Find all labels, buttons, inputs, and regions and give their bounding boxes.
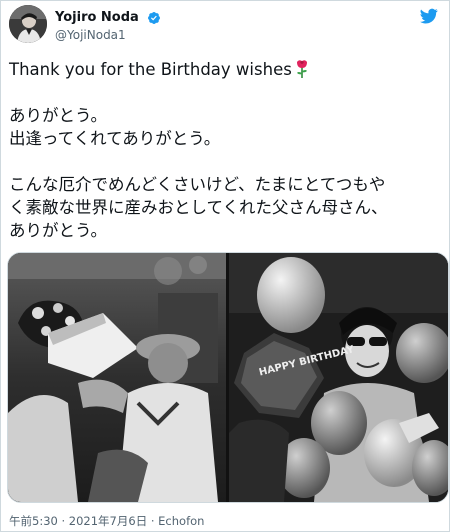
tweet-line: く素敵な世界に産みおとしてくれた父さん母さん、 (9, 198, 388, 217)
tweet-header: Yojiro Noda @YojiNoda1 (9, 5, 443, 45)
tweet-media: HAPPY BIRTHDAY (7, 252, 449, 503)
tweet-line: こんな厄介でめんどくさいけど、たまにとてつもや (9, 175, 386, 194)
tweet-line: Thank you for the Birthday wishes (9, 58, 443, 81)
tweet-line-text: Thank you for the Birthday wishes (9, 60, 292, 79)
display-name[interactable]: Yojiro Noda (55, 9, 139, 26)
photo-left[interactable] (8, 253, 226, 502)
tweet-line: ありがとう。 (9, 221, 108, 240)
twitter-logo-icon[interactable] (419, 7, 439, 25)
user-identity: Yojiro Noda @YojiNoda1 (55, 7, 161, 43)
rose-emoji-icon (296, 60, 307, 78)
tweet-line: ありがとう。 (9, 106, 108, 125)
verified-badge-icon (147, 11, 160, 24)
photo-right-image: HAPPY BIRTHDAY (229, 253, 448, 502)
tweet-card: Yojiro Noda @YojiNoda1 Thank you for the… (0, 0, 450, 532)
tweet-text: Thank you for the Birthday wishes ありがとう。… (9, 58, 443, 242)
tweet-meta[interactable]: 午前5:30 · 2021年7月6日 · Echofon (9, 514, 204, 528)
avatar-image (9, 5, 47, 43)
avatar[interactable] (9, 5, 47, 43)
user-handle[interactable]: @YojiNoda1 (55, 27, 161, 43)
photo-right[interactable]: HAPPY BIRTHDAY (229, 253, 448, 502)
tweet-line: 出逢ってくれてありがとう。 (9, 129, 221, 148)
photo-left-image (8, 253, 226, 502)
